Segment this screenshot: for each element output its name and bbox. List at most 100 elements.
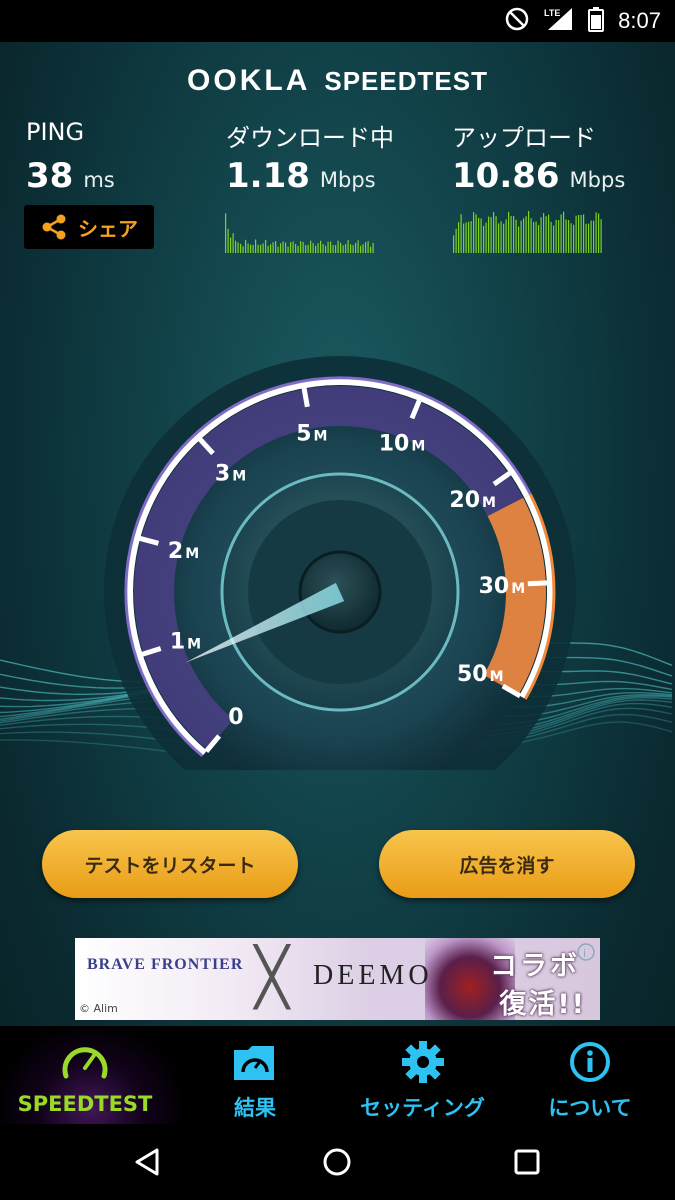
ad-choices-icon[interactable]: i xyxy=(576,942,596,966)
graph-bar xyxy=(297,245,299,253)
gauge-tick xyxy=(301,386,310,408)
graph-bar xyxy=(290,242,292,253)
graph-bar xyxy=(275,241,277,253)
ad-brand-a: BRAVE FRONTIER xyxy=(87,956,244,973)
graph-bar xyxy=(327,241,329,253)
gauge-tick-label: 0 xyxy=(228,705,243,730)
graph-bar xyxy=(227,228,229,253)
system-navigation-bar xyxy=(0,1124,675,1200)
graph-bar xyxy=(355,242,357,253)
graph-bar xyxy=(242,246,244,253)
ad-banner[interactable]: BRAVE FRONTIER ╳ DEEMO コラボ 復活!! © Alim i xyxy=(75,938,600,1020)
graph-bar xyxy=(468,221,470,253)
graph-bar xyxy=(310,240,312,253)
graph-bar xyxy=(350,244,352,253)
graph-bar xyxy=(292,241,294,253)
graph-bar xyxy=(555,219,557,253)
graph-bar xyxy=(535,221,537,253)
graph-bar xyxy=(498,223,500,253)
graph-bar xyxy=(307,244,309,253)
download-unit: Mbps xyxy=(319,168,376,192)
graph-bar xyxy=(560,214,562,253)
graph-bar xyxy=(533,221,535,253)
graph-bar xyxy=(315,245,317,253)
graph-bar xyxy=(593,220,595,253)
graph-bar xyxy=(330,241,332,253)
recents-button[interactable] xyxy=(487,1124,567,1200)
tab-settings-label: セッティング xyxy=(360,1096,485,1120)
speedtest-app: LTE 8:07 OOKLA SPEEDTEST PING 38 ms ダウンロード… xyxy=(0,0,675,1200)
graph-bar xyxy=(357,240,359,253)
home-circle-icon xyxy=(323,1148,351,1176)
tab-about[interactable]: について xyxy=(520,1026,660,1124)
status-time: 8:07 xyxy=(618,8,661,33)
graph-bar xyxy=(250,244,252,253)
graph-bar xyxy=(485,222,487,253)
graph-bar xyxy=(465,222,467,253)
graph-bar xyxy=(312,242,314,253)
speedometer-icon xyxy=(62,1047,108,1079)
upload-graph xyxy=(453,211,602,253)
tab-speedtest[interactable]: SPEEDTEST xyxy=(0,1026,170,1124)
graph-bar xyxy=(490,217,492,253)
graph-bar xyxy=(570,223,572,253)
graph-bar xyxy=(588,223,590,253)
lte-signal-icon: LTE xyxy=(544,6,574,36)
graph-bar xyxy=(580,215,582,253)
graph-bar xyxy=(510,215,512,253)
graph-bar xyxy=(493,211,495,253)
upload-label: アップロード xyxy=(452,124,596,152)
graph-bar xyxy=(337,240,339,253)
graph-bar xyxy=(585,223,587,253)
share-icon xyxy=(42,214,66,240)
results-folder-icon xyxy=(234,1046,274,1080)
graph-bar xyxy=(362,244,364,253)
info-icon xyxy=(570,1042,610,1082)
graph-bar xyxy=(267,245,269,253)
graph-bar xyxy=(540,217,542,253)
ping-value: 38 xyxy=(26,156,74,196)
graph-bar xyxy=(372,242,374,253)
back-button[interactable] xyxy=(108,1124,188,1200)
speed-gauge: 01 M2 M3 M5 M 10 M20 M30 M50 M xyxy=(104,356,576,770)
tab-speedtest-label: SPEEDTEST xyxy=(17,1092,153,1116)
share-button[interactable]: シェア xyxy=(24,205,154,249)
graph-bar xyxy=(528,211,530,253)
graph-bar xyxy=(495,216,497,253)
graph-bar xyxy=(252,244,254,253)
graph-bar xyxy=(595,212,597,253)
graph-bar xyxy=(475,214,477,253)
ping-value-row: 38 ms xyxy=(26,156,115,196)
graph-bar xyxy=(518,226,520,253)
graph-bar xyxy=(530,218,532,253)
graph-bar xyxy=(232,233,234,253)
do-not-disturb-icon xyxy=(504,6,530,36)
graph-bar xyxy=(553,225,555,253)
graph-bar xyxy=(473,212,475,253)
home-button[interactable] xyxy=(297,1124,377,1200)
graph-bar xyxy=(480,218,482,253)
graph-bar xyxy=(563,211,565,253)
ping-label: PING xyxy=(26,118,85,146)
graph-bar xyxy=(500,221,502,253)
ad-cross-mark: ╳ xyxy=(255,945,289,1008)
graph-bar xyxy=(287,246,289,253)
download-value-row: 1.18 Mbps xyxy=(226,156,376,196)
graph-bar xyxy=(583,214,585,253)
graph-bar xyxy=(453,235,455,253)
graph-bar xyxy=(260,244,262,253)
graph-bar xyxy=(230,237,232,253)
lte-label: LTE xyxy=(544,8,560,18)
tab-settings[interactable]: セッティング xyxy=(340,1026,505,1124)
graph-bar xyxy=(503,223,505,253)
tab-results[interactable]: 結果 xyxy=(185,1026,325,1124)
graph-bar xyxy=(525,216,527,253)
graph-bar xyxy=(543,213,545,253)
battery-icon xyxy=(588,6,605,36)
graph-bar xyxy=(247,243,249,253)
restart-test-button[interactable]: テストをリスタート xyxy=(42,830,298,898)
recents-square-icon xyxy=(514,1149,540,1175)
graph-bar xyxy=(488,216,490,253)
graph-bar xyxy=(340,242,342,253)
remove-ads-button[interactable]: 広告を消す xyxy=(379,830,635,898)
